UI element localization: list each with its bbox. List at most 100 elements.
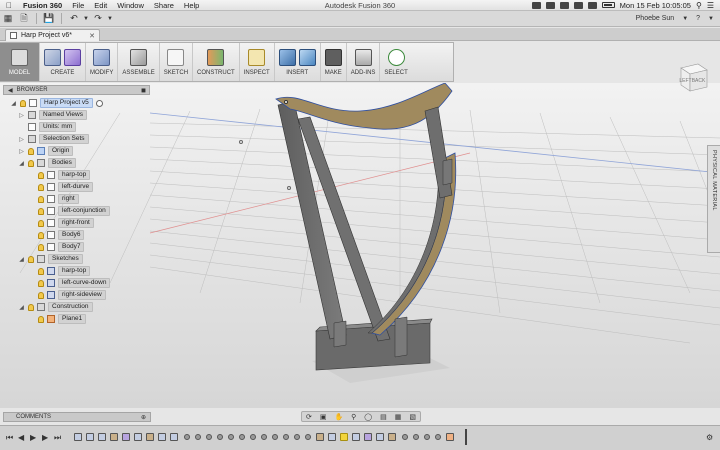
play-icon[interactable]: ▶ [30,433,36,442]
addins-group[interactable]: ADD-INS [347,43,381,81]
undo-dropdown-icon[interactable]: ▼ [82,12,90,26]
viewcube-back-label[interactable]: BACK [692,78,706,84]
tree-label[interactable]: left-conjunction [58,206,110,216]
dropbox-icon[interactable] [559,1,569,9]
active-component-radio-icon[interactable] [95,99,103,107]
body7-post[interactable] [394,316,408,358]
timeline-extrude-feature[interactable] [110,433,118,441]
visibility-bulb-icon[interactable] [28,147,34,155]
create-group[interactable]: CREATE [40,43,86,81]
modify-group[interactable]: MODIFY [86,43,119,81]
user-name[interactable]: Phoebe Sun [636,15,675,22]
timeline-sketch-feature[interactable] [328,433,336,441]
timeline-move-feature[interactable] [435,434,441,440]
timeline-sketch-feature[interactable] [74,433,82,441]
body6-post[interactable] [333,320,347,348]
look-at-icon[interactable]: ▣ [320,413,327,421]
timeline-sketch-feature[interactable] [158,433,166,441]
save-icon[interactable]: 💾 [41,12,57,26]
measure-icon[interactable] [248,48,266,66]
browser-header[interactable]: ◀ BROWSER ◼ [3,85,150,95]
scripts-icon[interactable] [354,48,372,66]
go-to-start-icon[interactable]: ⏮ [6,433,13,443]
apple-icon[interactable]:  [0,1,18,10]
visibility-bulb-icon[interactable] [28,159,34,167]
tree-label[interactable]: right-front [58,218,94,228]
sketch-group[interactable]: SKETCH [160,43,194,81]
timeline-move-feature[interactable] [424,434,430,440]
tree-label[interactable]: Units: mm [39,122,77,132]
display-settings-icon[interactable]: ▤ [380,413,387,421]
cloud-icon[interactable] [545,1,555,9]
step-forward-icon[interactable]: ▶ [42,433,48,442]
timeline-move-feature[interactable] [283,434,289,440]
go-to-end-icon[interactable]: ⏭ [54,433,61,443]
redo-dropdown-icon[interactable]: ▼ [106,12,114,26]
tree-label[interactable]: Body6 [58,230,85,240]
tree-units[interactable]: Units: mm [18,122,77,132]
timeline-move-feature[interactable] [305,434,311,440]
timeline-selected-feature[interactable] [340,433,348,441]
visibility-bulb-icon[interactable] [38,231,44,239]
menu-help[interactable]: Help [179,1,204,10]
insert-canvas-icon[interactable] [278,48,296,66]
viewports-icon[interactable]: ▧ [409,413,416,421]
timeline-sketch-feature[interactable] [170,433,178,441]
tree-bodies[interactable]: ◢ Bodies [18,158,76,168]
pan-hand-icon[interactable]: ✋ [334,413,343,421]
tree-body-item[interactable]: left-durve [38,182,94,192]
expand-icon[interactable]: ◢ [10,100,17,107]
tree-body-item[interactable]: left-conjunction [38,206,110,216]
construct-group[interactable]: CONSTRUCT [193,43,240,81]
orbit-icon[interactable]: ⟳ [306,413,312,421]
tree-body-item[interactable]: right [38,194,79,204]
wechat-icon[interactable] [531,1,541,9]
inspect-group[interactable]: INSPECT [240,43,275,81]
tree-sketches[interactable]: ◢ Sketches [18,254,83,264]
collapse-arrow-icon[interactable]: ▷ [18,148,25,155]
tree-sketch-item[interactable]: right-sideview [38,290,106,300]
tree-label[interactable]: Named Views [39,110,87,120]
create-sketch-cube-icon[interactable] [44,48,61,66]
physical-material-tab[interactable]: PHYSICAL MATERIAL [707,145,720,253]
insert-group[interactable]: INSERT [275,43,321,81]
close-tab-icon[interactable]: ✕ [89,32,99,40]
tree-body-item[interactable]: harp-top [38,170,91,180]
menu-share[interactable]: Share [149,1,179,10]
timeline-move-feature[interactable] [250,434,256,440]
viewcube-left-label[interactable]: LEFT [679,78,691,84]
tree-origin[interactable]: ▷ Origin [18,146,74,156]
tree-label[interactable]: Origin [48,146,74,156]
timeline-form-feature[interactable] [122,433,130,441]
make-group[interactable]: MAKE [321,43,347,81]
step-back-icon[interactable]: ◀ [18,433,24,442]
tree-body-item[interactable]: right-front [38,218,94,228]
timeline-move-feature[interactable] [294,434,300,440]
menubar-clock[interactable]: Mon 15 Feb 10:05:05 [620,1,691,10]
help-icon[interactable]: ? [696,15,700,22]
timeline-extrude-feature[interactable] [316,433,324,441]
visibility-bulb-icon[interactable] [38,207,44,215]
menu-file[interactable]: File [67,1,89,10]
notification-center-icon[interactable]: ☰ [707,1,714,10]
tree-body-item[interactable]: Body7 [38,242,85,252]
sketch-point[interactable] [284,100,288,104]
tree-label[interactable]: Sketches [48,254,83,264]
create-form-icon[interactable] [64,48,81,66]
comments-add-icon[interactable]: ⊕ [141,414,150,421]
visibility-bulb-icon[interactable] [38,243,44,251]
undo-icon[interactable]: ↶ [66,12,82,26]
timeline-sketch-feature[interactable] [86,433,94,441]
tree-sketch-item[interactable]: harp-top [38,266,91,276]
redo-icon[interactable]: ↷ [90,12,106,26]
tree-label[interactable]: Harp Project v5 [40,98,93,108]
workspace-switcher[interactable]: MODEL [0,43,40,81]
zoom-icon[interactable]: ⚲ [351,413,356,421]
timeline-move-feature[interactable] [217,434,223,440]
tree-label[interactable]: Body7 [58,242,85,252]
insert-image-icon[interactable] [298,48,316,66]
timeline-marker[interactable] [465,429,467,445]
timeline-sketch-feature[interactable] [352,433,360,441]
tree-label[interactable]: right-sideview [58,290,106,300]
fit-icon[interactable]: ◯ [364,413,372,421]
